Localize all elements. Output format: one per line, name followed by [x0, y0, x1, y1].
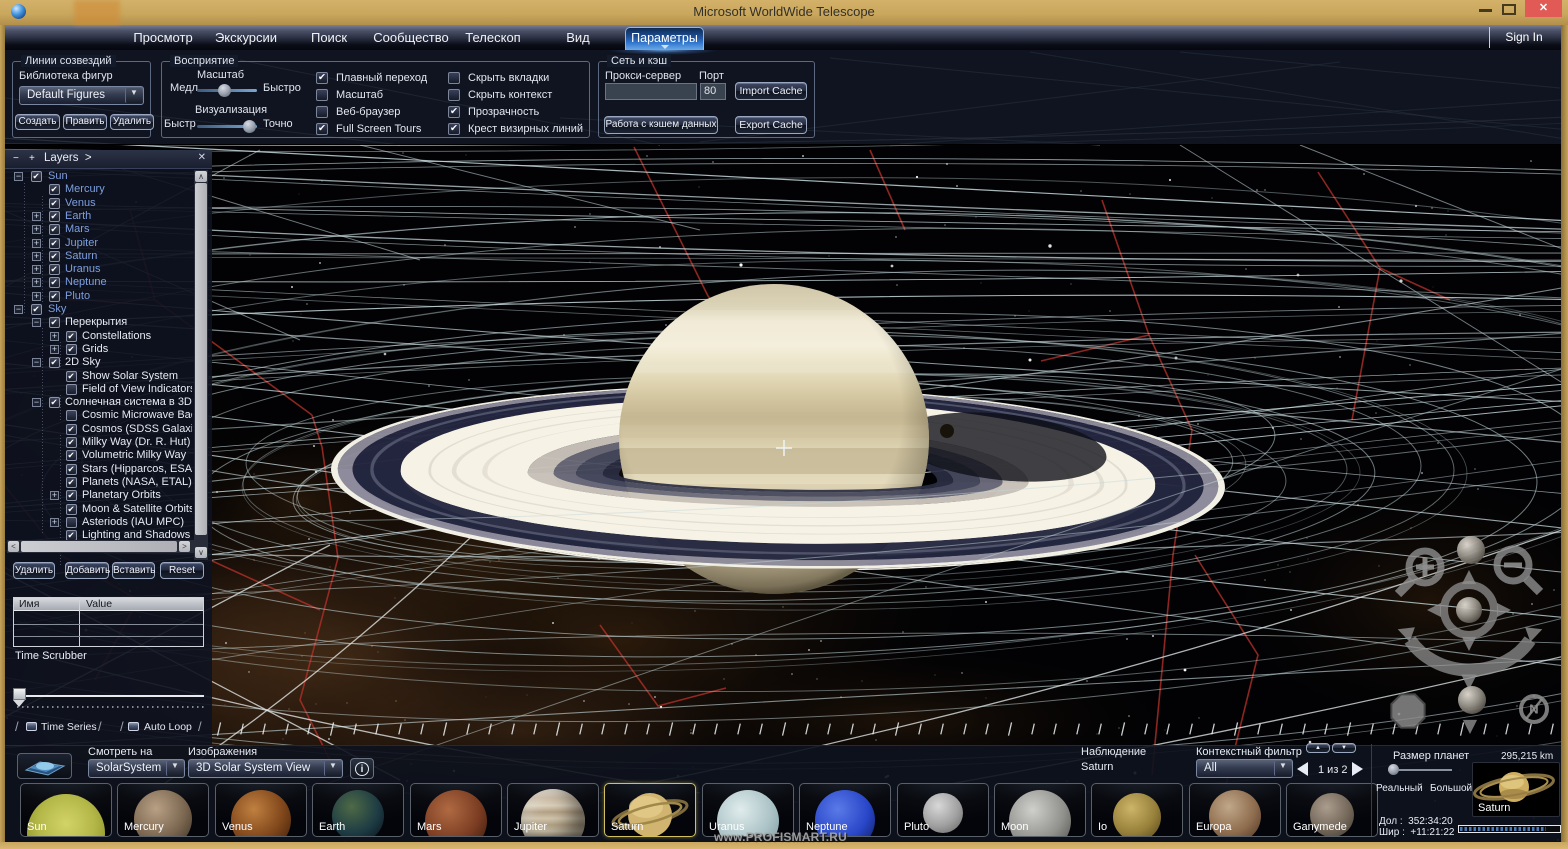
- svg-text:N: N: [1529, 702, 1538, 717]
